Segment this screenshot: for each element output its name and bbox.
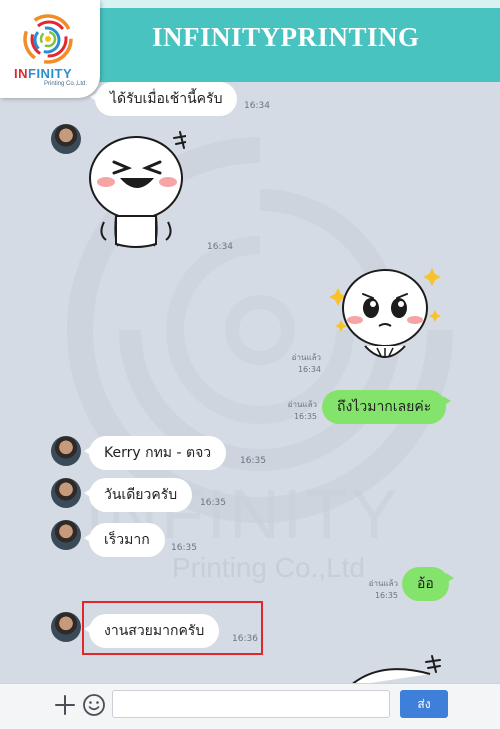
plus-icon[interactable] — [54, 694, 76, 716]
avatar[interactable] — [51, 520, 81, 550]
message-time: 16:34 — [244, 101, 270, 111]
send-button[interactable]: ส่ง — [400, 690, 448, 718]
logo-rings-icon — [23, 14, 73, 64]
message-time: 16:35 — [293, 412, 317, 421]
logo-subtitle: Printing Co.,Ltd. — [44, 81, 88, 87]
received-message-bubble[interactable]: เร็วมาก — [84, 523, 165, 557]
message-time: 16:35 — [374, 591, 398, 600]
teary-sticker[interactable] — [325, 264, 445, 374]
read-label: อ่านแล้ว — [368, 579, 398, 588]
read-receipt: อ่านแล้ว 16:35 — [281, 399, 317, 423]
read-label: อ่านแล้ว — [287, 400, 317, 409]
avatar[interactable] — [51, 436, 81, 466]
highlight-box — [82, 601, 263, 655]
received-message-bubble[interactable]: ได้รับเมื่อเช้านี้ครับ — [89, 82, 238, 116]
avatar[interactable] — [51, 478, 81, 508]
message-time: 16:34 — [207, 242, 233, 252]
logo-name: INFINITY — [14, 66, 72, 81]
logo-name-in: IN — [14, 66, 28, 81]
received-message-bubble[interactable]: Kerry กทม - ตจว — [83, 436, 227, 470]
read-receipt: อ่านแล้ว 16:34 — [285, 352, 321, 376]
company-logo: INFINITY Printing Co.,Ltd. — [0, 0, 100, 98]
sent-message-bubble[interactable]: ถึงไวมากเลยค่ะ — [322, 390, 452, 424]
sent-message-bubble[interactable]: อ้อ — [402, 567, 454, 601]
message-time: 16:35 — [200, 498, 226, 508]
emoji-icon[interactable] — [82, 693, 106, 717]
laughing-sticker[interactable] — [86, 126, 186, 252]
avatar[interactable] — [51, 124, 81, 154]
read-receipt: อ่านแล้ว 16:35 — [362, 578, 398, 602]
received-message-bubble[interactable]: วันเดียวครับ — [83, 478, 193, 512]
message-time: 16:35 — [171, 543, 197, 553]
brand-title: INFINITYPRINTING — [152, 22, 420, 52]
logo-name-rest: FINITY — [28, 66, 73, 81]
message-time: 16:35 — [240, 456, 266, 466]
watermark-subtitle: Printing Co.,Ltd — [172, 552, 365, 583]
avatar[interactable] — [51, 612, 81, 642]
sticker-partial[interactable] — [340, 652, 450, 684]
message-time: 16:34 — [297, 365, 321, 374]
read-label: อ่านแล้ว — [291, 353, 321, 362]
message-input[interactable] — [112, 690, 390, 718]
